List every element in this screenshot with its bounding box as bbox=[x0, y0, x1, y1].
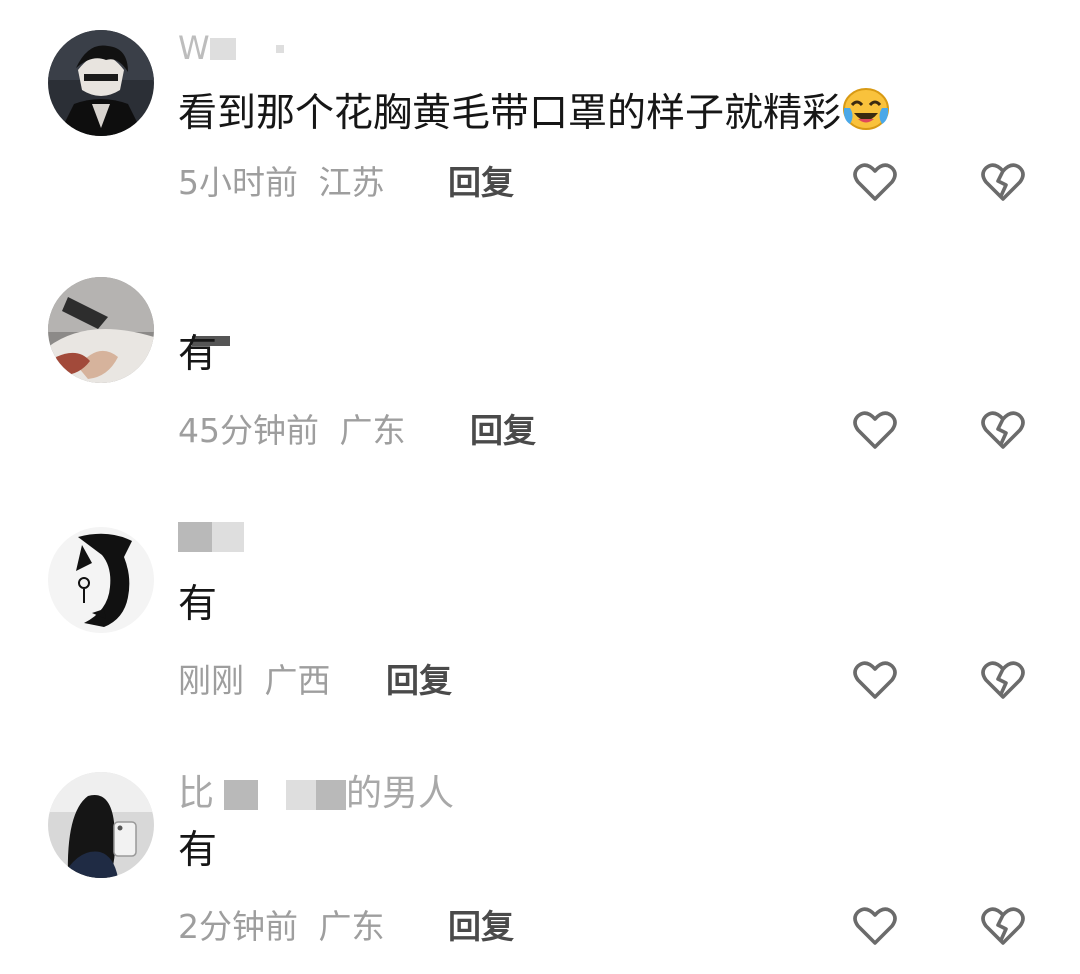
comment-location: 广东 bbox=[339, 411, 406, 450]
comment-location: 江苏 bbox=[318, 163, 385, 202]
comment-time: 5小时前 bbox=[178, 163, 298, 202]
like-button[interactable] bbox=[851, 406, 899, 454]
broken-heart-outline-icon bbox=[981, 411, 1025, 449]
dislike-button[interactable] bbox=[979, 158, 1027, 206]
comment-text: 看到那个花胸黄毛带口罩的样子就精彩 bbox=[178, 86, 891, 139]
reply-button[interactable]: 回复 bbox=[386, 664, 452, 697]
comment-meta: 2分钟前 广东 bbox=[178, 910, 385, 943]
avatar[interactable] bbox=[48, 772, 154, 878]
comment-time: 刚刚 bbox=[178, 661, 244, 700]
comment-item: 比的男人 有 2分钟前 广东 回复 bbox=[0, 740, 1080, 974]
comment-meta: 刚刚 广西 bbox=[178, 664, 331, 697]
dislike-button[interactable] bbox=[979, 902, 1027, 950]
comment-text: 有 bbox=[178, 582, 218, 627]
avatar[interactable] bbox=[48, 527, 154, 633]
redacted-username bbox=[275, 45, 284, 53]
reply-button[interactable]: 回复 bbox=[470, 414, 536, 447]
username[interactable]: 比的男人 bbox=[178, 776, 454, 812]
like-button[interactable] bbox=[851, 158, 899, 206]
comment-time: 2分钟前 bbox=[178, 907, 298, 946]
redacted-username bbox=[209, 38, 236, 60]
redacted-username bbox=[224, 780, 259, 810]
redacted-username bbox=[178, 522, 212, 552]
avatar[interactable] bbox=[48, 277, 154, 383]
crying-laughing-emoji bbox=[841, 86, 891, 139]
dislike-button[interactable] bbox=[979, 406, 1027, 454]
heart-outline-icon bbox=[853, 661, 897, 699]
redacted-username bbox=[212, 522, 244, 552]
comment-time: 45分钟前 bbox=[178, 411, 319, 450]
comment-item: 有 刚刚 广西 回复 bbox=[0, 490, 1080, 740]
reply-button[interactable]: 回复 bbox=[448, 910, 514, 943]
heart-outline-icon bbox=[853, 411, 897, 449]
comment-text: 有 bbox=[178, 828, 218, 873]
broken-heart-outline-icon bbox=[981, 907, 1025, 945]
broken-heart-outline-icon bbox=[981, 661, 1025, 699]
like-button[interactable] bbox=[851, 902, 899, 950]
dislike-button[interactable] bbox=[979, 656, 1027, 704]
reply-button[interactable]: 回复 bbox=[448, 166, 514, 199]
comment-location: 广东 bbox=[318, 907, 385, 946]
comment-item: W 看到那个花胸黄毛带口罩的样子就精彩 5小时前 江苏 回复 bbox=[0, 0, 1080, 240]
username[interactable] bbox=[178, 518, 244, 554]
comment-text: 有 bbox=[178, 332, 218, 377]
like-button[interactable] bbox=[851, 656, 899, 704]
redacted-username bbox=[286, 780, 317, 810]
avatar[interactable] bbox=[48, 30, 154, 136]
comment-location: 广西 bbox=[264, 661, 331, 700]
redacted-username bbox=[316, 780, 347, 810]
heart-outline-icon bbox=[853, 163, 897, 201]
comment-item: 有 45分钟前 广东 回复 bbox=[0, 240, 1080, 490]
heart-outline-icon bbox=[853, 907, 897, 945]
comment-meta: 45分钟前 广东 bbox=[178, 414, 406, 447]
broken-heart-outline-icon bbox=[981, 163, 1025, 201]
username[interactable]: W bbox=[178, 30, 284, 66]
comment-meta: 5小时前 江苏 bbox=[178, 166, 385, 199]
